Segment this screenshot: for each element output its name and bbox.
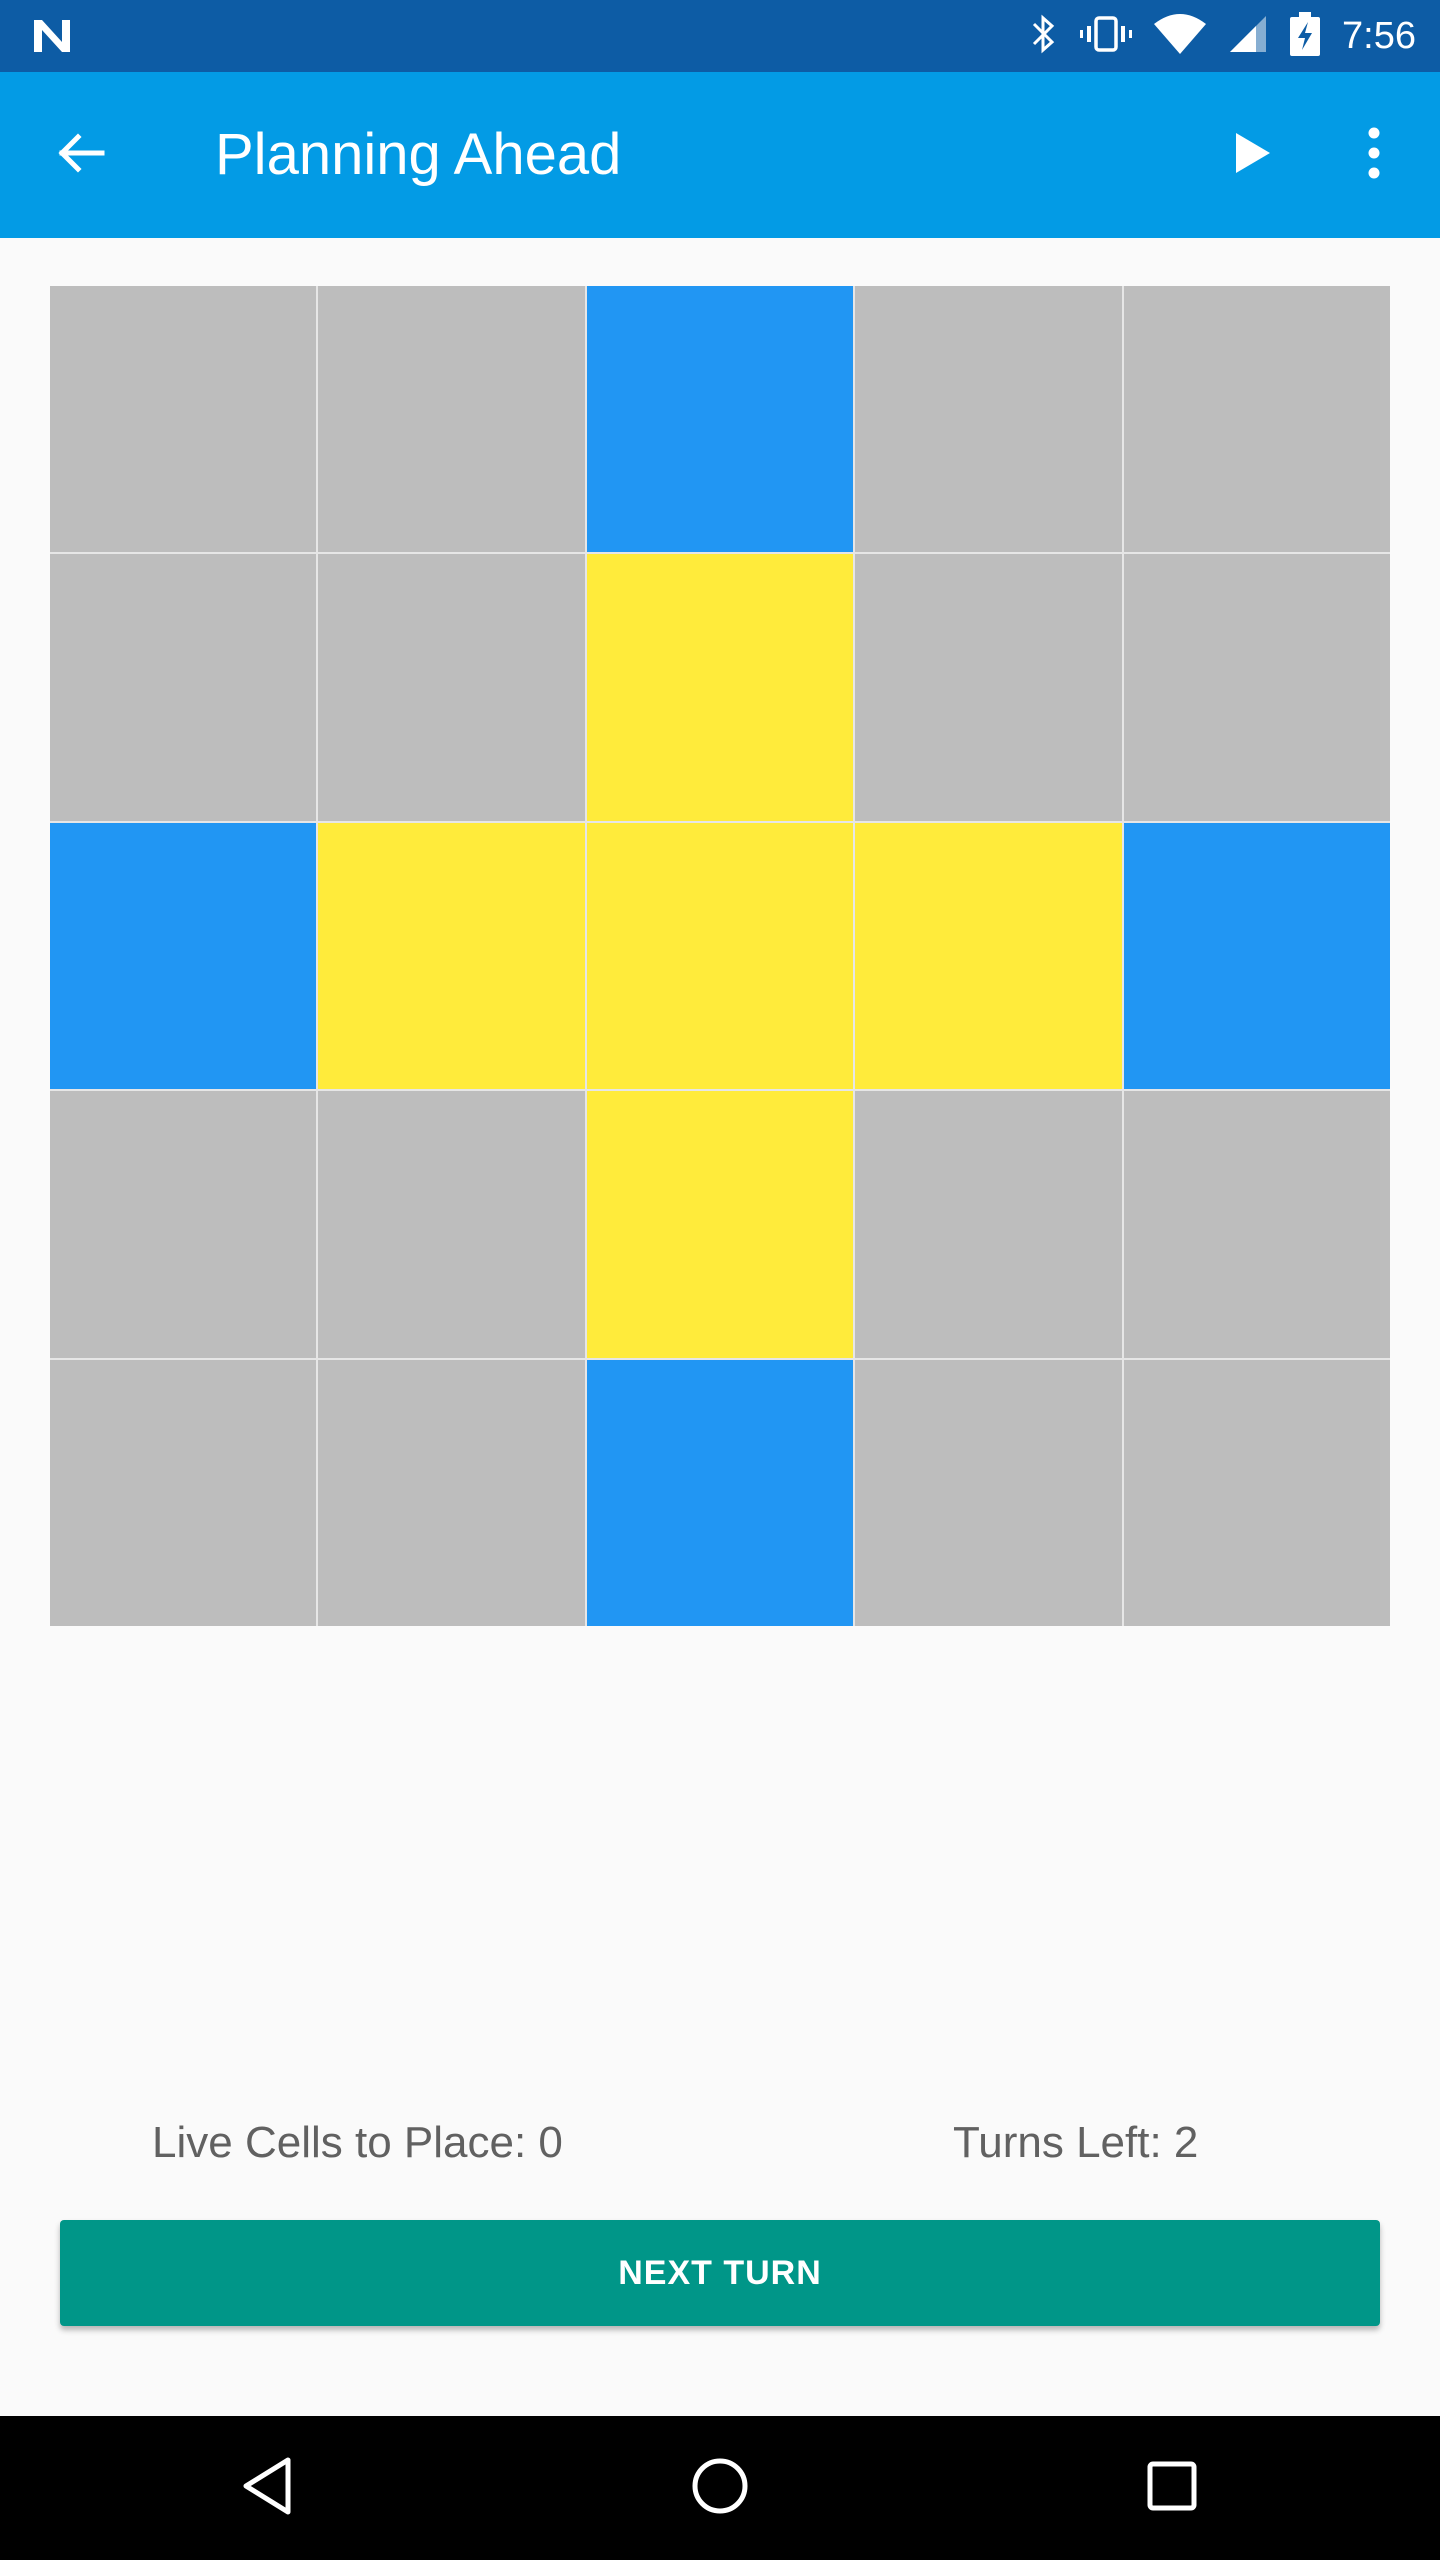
play-button[interactable] <box>1212 115 1292 195</box>
vibrate-icon <box>1080 14 1133 59</box>
more-options-button[interactable] <box>1334 115 1414 195</box>
status-bar: 7:56 <box>0 0 1440 72</box>
grid-cell[interactable] <box>318 1091 585 1358</box>
grid-cell[interactable] <box>318 1359 585 1626</box>
grid-cell[interactable] <box>855 286 1122 553</box>
app-bar: Planning Ahead <box>0 72 1440 238</box>
live-cells-to-place: Live Cells to Place: 0 <box>152 2118 563 2167</box>
grid-cell[interactable] <box>318 286 585 553</box>
grid-cell[interactable] <box>1123 822 1390 1090</box>
turns-left: Turns Left: 2 <box>953 2118 1199 2167</box>
play-icon <box>1232 131 1272 180</box>
grid-cell[interactable] <box>1123 554 1390 821</box>
nav-recents-button[interactable] <box>1122 2438 1222 2538</box>
nav-recents-icon <box>1146 2460 1198 2517</box>
grid-cell[interactable] <box>586 822 854 1090</box>
grid-cell[interactable] <box>318 554 585 821</box>
grid-cell[interactable] <box>50 1091 317 1358</box>
grid-cell[interactable] <box>586 554 854 821</box>
nav-home-icon <box>690 2456 750 2521</box>
grid-cell[interactable] <box>50 286 317 553</box>
grid-cell[interactable] <box>50 822 317 1090</box>
grid-cell[interactable] <box>586 1091 854 1358</box>
grid-cell[interactable] <box>855 822 1122 1090</box>
grid-cell[interactable] <box>855 1091 1122 1358</box>
cellular-signal-icon <box>1228 14 1268 59</box>
status-icons: 7:56 <box>1028 0 1416 72</box>
nav-home-button[interactable] <box>670 2438 770 2538</box>
grid-cell[interactable] <box>1123 286 1390 553</box>
grid-cell[interactable] <box>586 286 854 553</box>
game-board <box>50 286 1390 1626</box>
grid-cell[interactable] <box>50 554 317 821</box>
grid-cell[interactable] <box>50 1359 317 1626</box>
grid-cell[interactable] <box>1123 1359 1390 1626</box>
back-arrow-icon <box>54 127 106 184</box>
navigation-bar <box>0 2416 1440 2560</box>
grid-cell[interactable] <box>586 1359 854 1626</box>
page-title: Planning Ahead <box>215 122 622 187</box>
bluetooth-icon <box>1028 14 1058 59</box>
nav-back-button[interactable] <box>218 2438 318 2538</box>
next-turn-button[interactable]: NEXT TURN <box>60 2220 1380 2326</box>
back-button[interactable] <box>40 115 120 195</box>
grid-cell[interactable] <box>318 822 585 1090</box>
more-vert-icon <box>1366 127 1382 184</box>
grid-cell[interactable] <box>855 1359 1122 1626</box>
grid-cell[interactable] <box>1123 1091 1390 1358</box>
grid-cell[interactable] <box>855 554 1122 821</box>
status-time: 7:56 <box>1342 14 1416 57</box>
nav-back-icon <box>238 2454 298 2523</box>
n-logo-icon <box>30 16 74 56</box>
battery-charging-icon <box>1290 11 1321 61</box>
wifi-icon <box>1154 13 1207 59</box>
